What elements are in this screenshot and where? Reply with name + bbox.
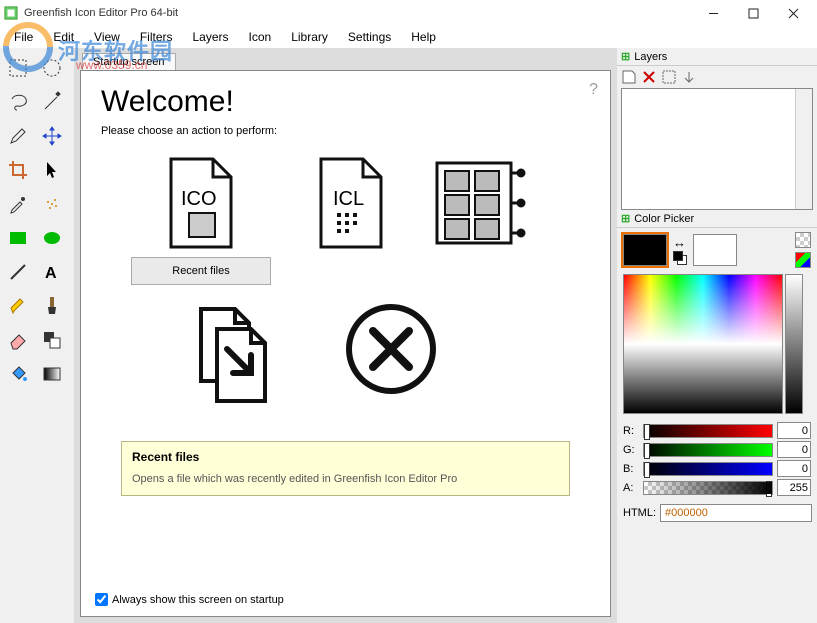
always-show-input[interactable] (95, 593, 108, 606)
tooltip-box: Recent files Opens a file which was rece… (121, 441, 570, 496)
menu-view[interactable]: View (84, 28, 130, 46)
new-layer-icon[interactable] (621, 69, 637, 85)
workspace: Startup screen ? Welcome! Please choose … (74, 48, 617, 623)
g-input[interactable] (777, 441, 811, 458)
expand-icon: ⊞ (621, 212, 630, 225)
menu-edit[interactable]: Edit (43, 28, 84, 46)
new-icl-icon[interactable]: ICL (311, 155, 391, 251)
tool-line[interactable] (2, 256, 34, 288)
tooltip-title: Recent files (132, 450, 559, 464)
menu-layers[interactable]: Layers (183, 28, 239, 46)
tool-eyedropper[interactable] (2, 188, 34, 220)
colorpicker-header[interactable]: ⊞ Color Picker (617, 210, 817, 228)
tab-startup[interactable]: Startup screen (82, 53, 176, 70)
minimize-button[interactable] (693, 1, 733, 25)
background-swatch[interactable] (693, 234, 737, 266)
value-strip[interactable] (785, 274, 803, 414)
delete-layer-icon[interactable] (641, 69, 657, 85)
menu-help[interactable]: Help (401, 28, 446, 46)
b-slider[interactable] (643, 462, 773, 476)
titlebar: Greenfish Icon Editor Pro 64-bit (0, 0, 817, 26)
colorpicker-title: Color Picker (634, 213, 694, 225)
tool-text[interactable]: A (36, 256, 68, 288)
layers-header[interactable]: ⊞ Layers (617, 48, 817, 66)
startup-screen: ? Welcome! Please choose an action to pe… (80, 70, 611, 617)
svg-text:A: A (45, 265, 57, 282)
recent-files-button[interactable]: Recent files (131, 257, 271, 285)
tooltip-body: Opens a file which was recently edited i… (132, 472, 559, 487)
maximize-button[interactable] (733, 1, 773, 25)
b-label: B: (623, 463, 639, 475)
r-input[interactable] (777, 422, 811, 439)
svg-text:ICL: ICL (333, 188, 364, 210)
a-input[interactable] (777, 479, 811, 496)
tool-pencil2[interactable] (2, 290, 34, 322)
welcome-subtitle: Please choose an action to perform: (101, 125, 590, 137)
tool-spray[interactable] (36, 188, 68, 220)
svg-text:ICO: ICO (181, 188, 217, 210)
html-color-input[interactable] (660, 504, 812, 522)
tool-move[interactable] (36, 120, 68, 152)
tool-ellipse-select[interactable] (36, 52, 68, 84)
transparent-swatch[interactable] (795, 232, 811, 248)
menu-library[interactable]: Library (281, 28, 338, 46)
tool-rect-shape[interactable] (2, 222, 34, 254)
tool-pencil[interactable] (2, 120, 34, 152)
tool-panel: A (0, 48, 74, 623)
close-button[interactable] (773, 1, 813, 25)
layers-toolbar (617, 66, 817, 88)
right-panel: ⊞ Layers ⊞ Color Picker ↔ R: (617, 48, 817, 623)
b-input[interactable] (777, 460, 811, 477)
layer-props-icon[interactable] (661, 69, 677, 85)
tool-crop[interactable] (2, 154, 34, 186)
r-slider[interactable] (643, 424, 773, 438)
tool-ellipse-shape[interactable] (36, 222, 68, 254)
swap-colors-icon[interactable]: ↔ (673, 236, 687, 249)
layers-title: Layers (634, 51, 667, 63)
always-show-label: Always show this screen on startup (112, 594, 284, 606)
window-title: Greenfish Icon Editor Pro 64-bit (24, 7, 693, 19)
color-field[interactable] (623, 274, 783, 414)
a-slider[interactable] (643, 481, 773, 495)
tool-eraser[interactable] (2, 324, 34, 356)
tool-brush[interactable] (36, 290, 68, 322)
menu-icon[interactable]: Icon (239, 28, 282, 46)
menu-settings[interactable]: Settings (338, 28, 401, 46)
tool-gradient[interactable] (36, 358, 68, 390)
layers-list[interactable] (621, 88, 813, 210)
tool-bucket[interactable] (2, 358, 34, 390)
html-label: HTML: (623, 507, 656, 519)
menu-file[interactable]: File (4, 28, 43, 46)
tool-rect-select[interactable] (2, 52, 34, 84)
tool-pointer[interactable] (36, 154, 68, 186)
close-startup-icon[interactable] (341, 299, 441, 399)
a-label: A: (623, 482, 639, 494)
menubar: File Edit View Filters Layers Icon Libra… (0, 26, 817, 48)
icon-library-icon[interactable] (431, 155, 527, 251)
expand-icon: ⊞ (621, 50, 630, 63)
foreground-swatch[interactable] (623, 234, 667, 266)
welcome-heading: Welcome! (101, 85, 590, 119)
menu-filters[interactable]: Filters (130, 28, 183, 46)
g-label: G: (623, 444, 639, 456)
r-label: R: (623, 425, 639, 437)
g-slider[interactable] (643, 443, 773, 457)
new-ico-icon[interactable]: ICO (161, 155, 241, 251)
merge-layer-icon[interactable] (681, 69, 697, 85)
tool-magic-wand[interactable] (36, 86, 68, 118)
always-show-checkbox[interactable]: Always show this screen on startup (95, 593, 284, 606)
tool-lasso[interactable] (2, 86, 34, 118)
help-icon[interactable]: ? (589, 81, 598, 99)
app-icon (4, 6, 18, 20)
tool-clone[interactable] (36, 324, 68, 356)
open-file-icon[interactable] (181, 299, 291, 409)
inverse-swatch[interactable] (795, 252, 811, 268)
